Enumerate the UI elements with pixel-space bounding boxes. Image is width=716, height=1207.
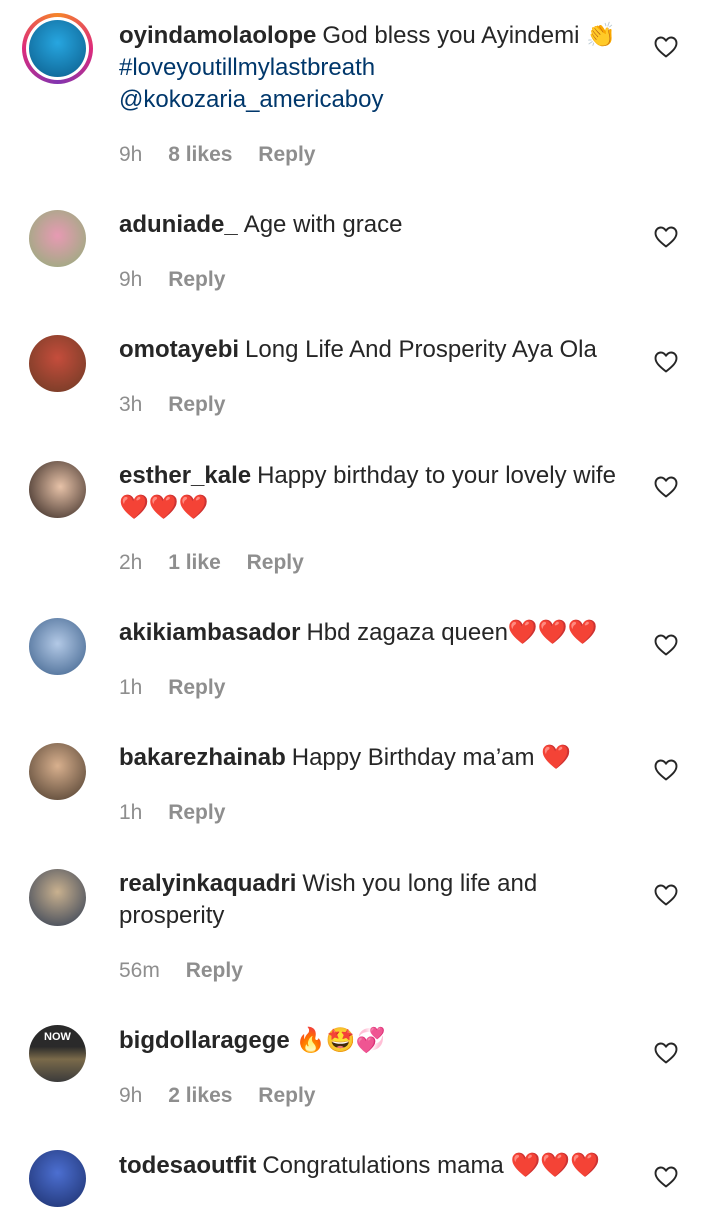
comment-username[interactable]: esther_kale	[119, 462, 251, 489]
comment-likes[interactable]: 2 likes	[168, 1084, 232, 1107]
avatar[interactable]	[29, 1150, 86, 1207]
comment-username[interactable]: bakarezhainab	[119, 744, 286, 771]
comment-username[interactable]: todesaoutfit	[119, 1152, 256, 1179]
reply-button[interactable]: Reply	[168, 676, 225, 699]
comment-text-block: oyindamolaolope God bless you Ayindemi 👏 …	[119, 20, 639, 116]
comment-username[interactable]: oyindamolaolope	[119, 22, 316, 49]
avatar[interactable]	[22, 13, 93, 84]
avatar[interactable]	[29, 210, 86, 267]
like-heart-icon[interactable]	[654, 884, 678, 906]
story-ring-inner	[26, 17, 89, 80]
like-heart-icon[interactable]	[654, 476, 678, 498]
avatar[interactable]: NOW	[29, 1025, 86, 1082]
comment-likes[interactable]: 8 likes	[168, 143, 232, 166]
reply-button[interactable]: Reply	[186, 959, 243, 982]
avatar-photo	[29, 20, 86, 77]
comment-username[interactable]: aduniade_	[119, 211, 238, 238]
avatar[interactable]	[29, 335, 86, 392]
like-heart-icon[interactable]	[654, 351, 678, 373]
like-heart-icon[interactable]	[654, 1042, 678, 1064]
avatar[interactable]	[29, 743, 86, 800]
reply-button[interactable]: Reply	[168, 393, 225, 416]
comment-text: Age with grace	[243, 211, 403, 238]
comment-time: 9h	[119, 268, 143, 291]
comment-text: Happy Birthday ma’am ❤️	[291, 744, 572, 771]
comment-time: 56m	[119, 959, 160, 982]
comment-likes[interactable]: 1 like	[168, 551, 221, 574]
reply-button[interactable]: Reply	[247, 551, 304, 574]
comment-text: 🔥🤩💞	[295, 1027, 386, 1054]
comment-time: 3h	[119, 393, 143, 416]
reply-button[interactable]: Reply	[168, 268, 225, 291]
hashtag-link[interactable]: #loveyoutillmylastbreath	[119, 54, 375, 81]
comment-username[interactable]: omotayebi	[119, 336, 239, 363]
avatar[interactable]	[29, 869, 86, 926]
comment-time: 9h	[119, 143, 143, 166]
comment-text: God bless you Ayindemi 👏	[322, 22, 616, 49]
like-heart-icon[interactable]	[654, 226, 678, 248]
comment-username[interactable]: realyinkaquadri	[119, 870, 296, 897]
comment-text: Congratulations mama ❤️❤️❤️	[262, 1152, 601, 1179]
comment-username[interactable]: bigdollaragege	[119, 1027, 290, 1054]
comment-time: 9h	[119, 1084, 143, 1107]
comment-time: 2h	[119, 551, 143, 574]
avatar[interactable]	[29, 618, 86, 675]
like-heart-icon[interactable]	[654, 1166, 678, 1188]
like-heart-icon[interactable]	[654, 634, 678, 656]
avatar-label: NOW	[44, 1031, 71, 1043]
like-heart-icon[interactable]	[654, 36, 678, 58]
reply-button[interactable]: Reply	[258, 1084, 315, 1107]
like-heart-icon[interactable]	[654, 759, 678, 781]
mention-link[interactable]: @kokozaria_americaboy	[119, 86, 383, 113]
reply-button[interactable]: Reply	[258, 143, 315, 166]
comment-meta: 9h 8 likes Reply	[119, 142, 335, 168]
reply-button[interactable]: Reply	[168, 801, 225, 824]
comment-text: Hbd zagaza queen❤️❤️❤️	[306, 619, 598, 646]
avatar[interactable]	[29, 461, 86, 518]
comment-time: 1h	[119, 676, 143, 699]
comment-time: 1h	[119, 801, 143, 824]
comment-username[interactable]: akikiambasador	[119, 619, 300, 646]
comment-text: Long Life And Prosperity Aya Ola	[245, 336, 597, 363]
